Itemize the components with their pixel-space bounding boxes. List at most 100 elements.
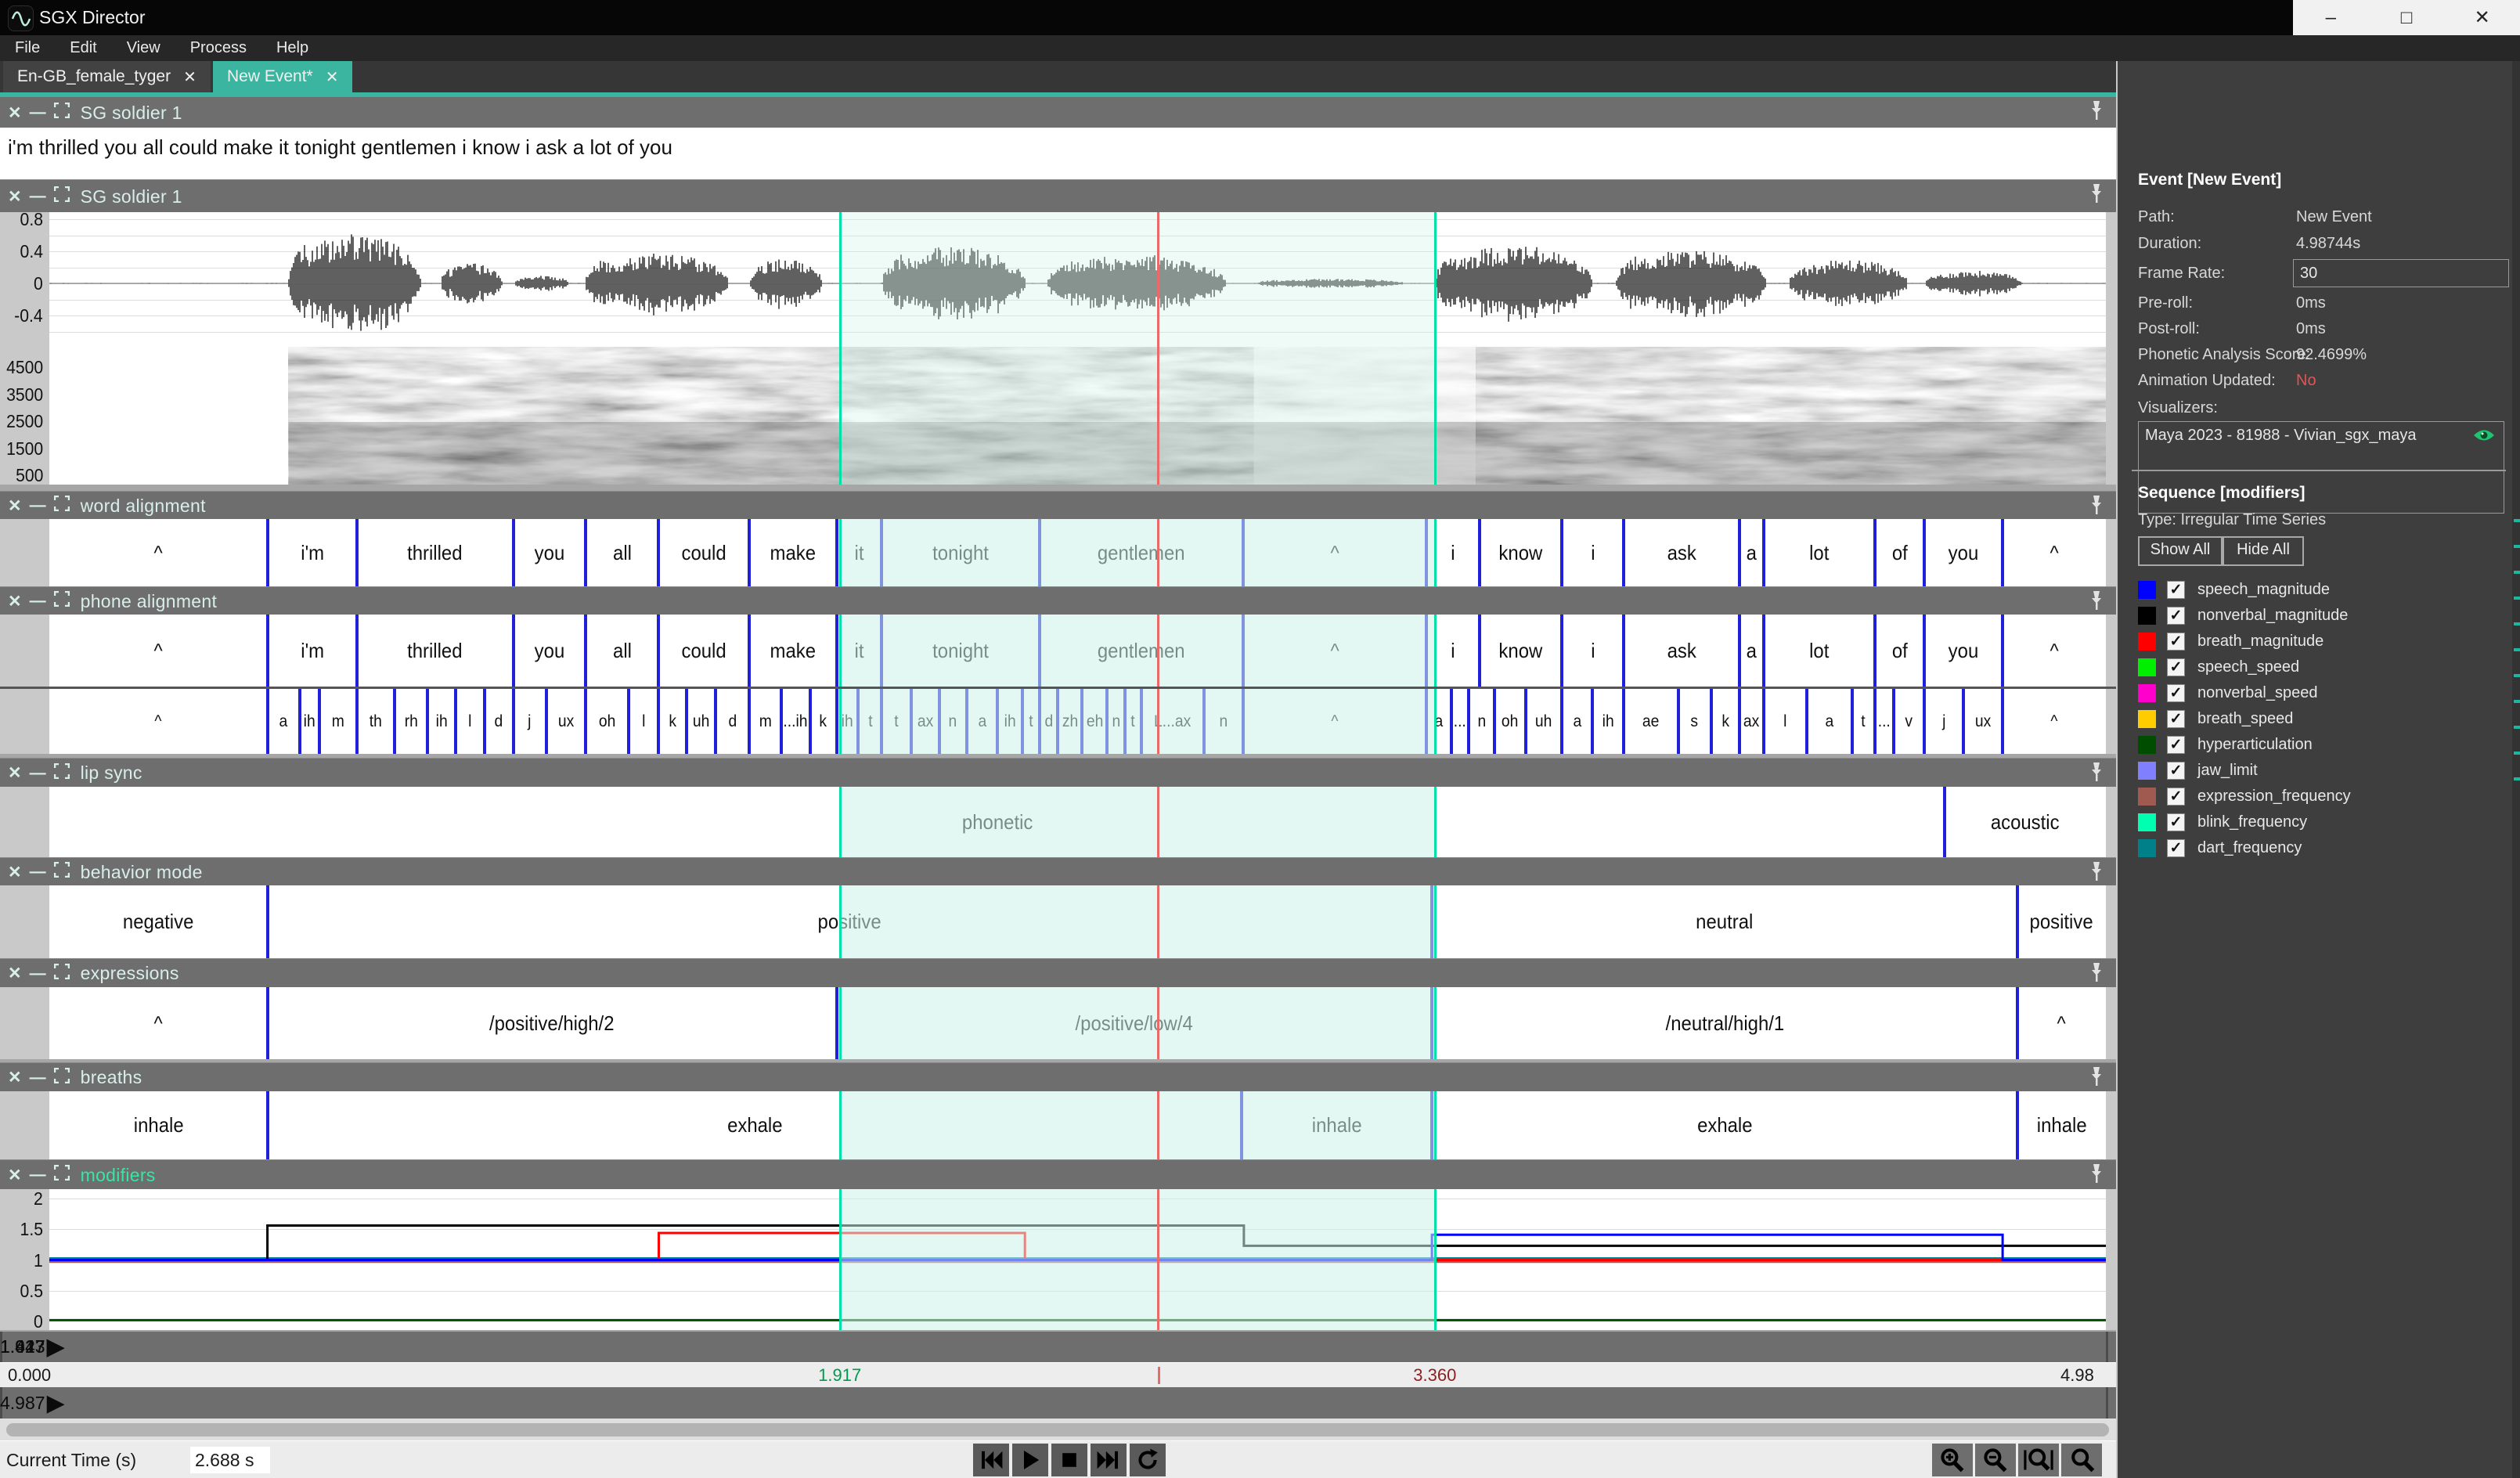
pin-icon[interactable]	[2088, 762, 2105, 786]
segment-boundary[interactable]	[512, 519, 515, 586]
segment-cell[interactable]: i	[1562, 615, 1624, 687]
segment-cell[interactable]: t	[1125, 689, 1141, 754]
segment-cell[interactable]: positive	[2017, 885, 2106, 958]
segment-cell[interactable]: ux	[546, 689, 586, 754]
segment-boundary[interactable]	[657, 689, 660, 754]
track-minimize-icon[interactable]: —	[30, 863, 46, 881]
document-tab-1[interactable]: En-GB_female_tyger✕	[3, 61, 211, 92]
segment-boundary[interactable]	[657, 615, 660, 687]
segment-cell[interactable]: ax	[1739, 689, 1764, 754]
horizontal-scrollbar[interactable]	[6, 1423, 2109, 1437]
menu-item-file[interactable]: File	[0, 35, 55, 61]
segment-boundary[interactable]	[1021, 689, 1024, 754]
segment-cell[interactable]: j	[514, 689, 546, 754]
segment-cell[interactable]: all	[586, 615, 659, 687]
segment-boundary[interactable]	[856, 689, 860, 754]
track-minimize-icon[interactable]: —	[30, 187, 46, 206]
segment-boundary[interactable]	[835, 689, 838, 754]
segment-boundary[interactable]	[1873, 689, 1876, 754]
segment-cell[interactable]: a	[1807, 689, 1852, 754]
segment-boundary[interactable]	[1805, 689, 1808, 754]
segment-boundary[interactable]	[1038, 689, 1041, 754]
segment-cell[interactable]: a	[1426, 689, 1451, 754]
segment-cell[interactable]: negative	[49, 885, 268, 958]
segment-cell[interactable]: know	[1480, 519, 1562, 586]
segment-cell[interactable]: i	[1426, 615, 1480, 687]
segment-cell[interactable]: L...ax	[1141, 689, 1204, 754]
segment-cell[interactable]: i	[1562, 519, 1624, 586]
track-expand-icon[interactable]	[54, 186, 70, 207]
segment-boundary[interactable]	[266, 987, 269, 1059]
spectrogram-row-content[interactable]	[49, 347, 2106, 485]
segment-cell[interactable]: k	[658, 689, 686, 754]
segment-boundary[interactable]	[2016, 1091, 2019, 1159]
waveform-row-content[interactable]	[49, 212, 2106, 347]
segment-cell[interactable]: acoustic	[1945, 787, 2106, 857]
segment-boundary[interactable]	[835, 519, 838, 586]
legend-checkbox[interactable]: ✓	[2167, 813, 2185, 831]
track-header-word-alignment[interactable]: ✕—word alignment	[0, 491, 2116, 521]
segment-cell[interactable]: ih	[300, 689, 319, 754]
transcript-row-content[interactable]: i'm thrilled you all could make it tonig…	[0, 128, 2116, 179]
legend-checkbox[interactable]: ✓	[2167, 762, 2185, 780]
zoom-select-button[interactable]	[2061, 1444, 2102, 1476]
segment-cell[interactable]: of	[1875, 615, 1924, 687]
segment-boundary[interactable]	[748, 519, 751, 586]
menu-item-view[interactable]: View	[112, 35, 175, 61]
segment-cell[interactable]: phonetic	[837, 787, 1158, 857]
segment-cell[interactable]: ask	[1624, 519, 1739, 586]
segment-cell[interactable]: a	[268, 689, 300, 754]
segment-boundary[interactable]	[1851, 689, 1854, 754]
segment-cell[interactable]: gentlemen	[1040, 519, 1243, 586]
segment-cell[interactable]: k	[1711, 689, 1739, 754]
segment-cell[interactable]: n	[1107, 689, 1125, 754]
segment-boundary[interactable]	[835, 987, 838, 1059]
segment-boundary[interactable]	[938, 689, 941, 754]
segment-cell[interactable]: ih	[837, 689, 859, 754]
segment-cell[interactable]: th	[357, 689, 395, 754]
segment-cell[interactable]: ih	[1592, 689, 1624, 754]
inspector-scrollbar[interactable]	[2512, 61, 2520, 1478]
segment-boundary[interactable]	[685, 689, 688, 754]
segment-cell[interactable]: d	[1040, 689, 1058, 754]
legend-checkbox[interactable]: ✓	[2167, 710, 2185, 728]
segment-cell[interactable]: /positive/low/4	[837, 987, 1433, 1059]
track-minimize-icon[interactable]: —	[30, 964, 46, 983]
skip-start-button[interactable]	[973, 1444, 1009, 1476]
segment-boundary[interactable]	[266, 1091, 269, 1159]
segment-boundary[interactable]	[627, 689, 630, 754]
legend-checkbox[interactable]: ✓	[2167, 839, 2185, 857]
segment-cell[interactable]: a	[967, 689, 998, 754]
segment-boundary[interactable]	[318, 689, 321, 754]
segment-boundary[interactable]	[1425, 689, 1428, 754]
segment-cell[interactable]: m	[749, 689, 781, 754]
segment-cell[interactable]	[1158, 787, 1945, 857]
stop-button[interactable]	[1051, 1444, 1087, 1476]
segment-cell[interactable]: ^	[2003, 689, 2106, 754]
skip-end-button[interactable]	[1091, 1444, 1127, 1476]
segment-boundary[interactable]	[1240, 1091, 1243, 1159]
close-button[interactable]: ✕	[2444, 0, 2520, 35]
track-expand-icon[interactable]	[54, 964, 70, 984]
segment-cell[interactable]: ...	[1875, 689, 1894, 754]
segment-boundary[interactable]	[1056, 689, 1059, 754]
time-ruler[interactable]: 0.0001.9173.3604.98	[0, 1362, 2116, 1389]
sub-segment[interactable]: 1.627▶	[0, 1332, 65, 1362]
legend-checkbox[interactable]: ✓	[2167, 788, 2185, 806]
segment-cell[interactable]: ih	[427, 689, 456, 754]
track-header-lip-sync[interactable]: ✕—lip sync	[0, 758, 2116, 788]
pin-icon[interactable]	[2088, 1163, 2105, 1188]
segment-boundary[interactable]	[1762, 615, 1765, 687]
segment-boundary[interactable]	[483, 689, 486, 754]
segment-cell[interactable]: ask	[1624, 615, 1739, 687]
segment-boundary[interactable]	[1242, 689, 1245, 754]
segment-boundary[interactable]	[298, 689, 301, 754]
segment-boundary[interactable]	[1430, 885, 1433, 958]
segment-boundary[interactable]	[1478, 615, 1481, 687]
segment-boundary[interactable]	[1038, 615, 1041, 687]
legend-checkbox[interactable]: ✓	[2167, 658, 2185, 676]
segment-cell[interactable]: you	[514, 615, 586, 687]
segment-cell[interactable]: it	[837, 519, 882, 586]
segment-boundary[interactable]	[2016, 885, 2019, 958]
minimize-button[interactable]: –	[2293, 0, 2369, 35]
